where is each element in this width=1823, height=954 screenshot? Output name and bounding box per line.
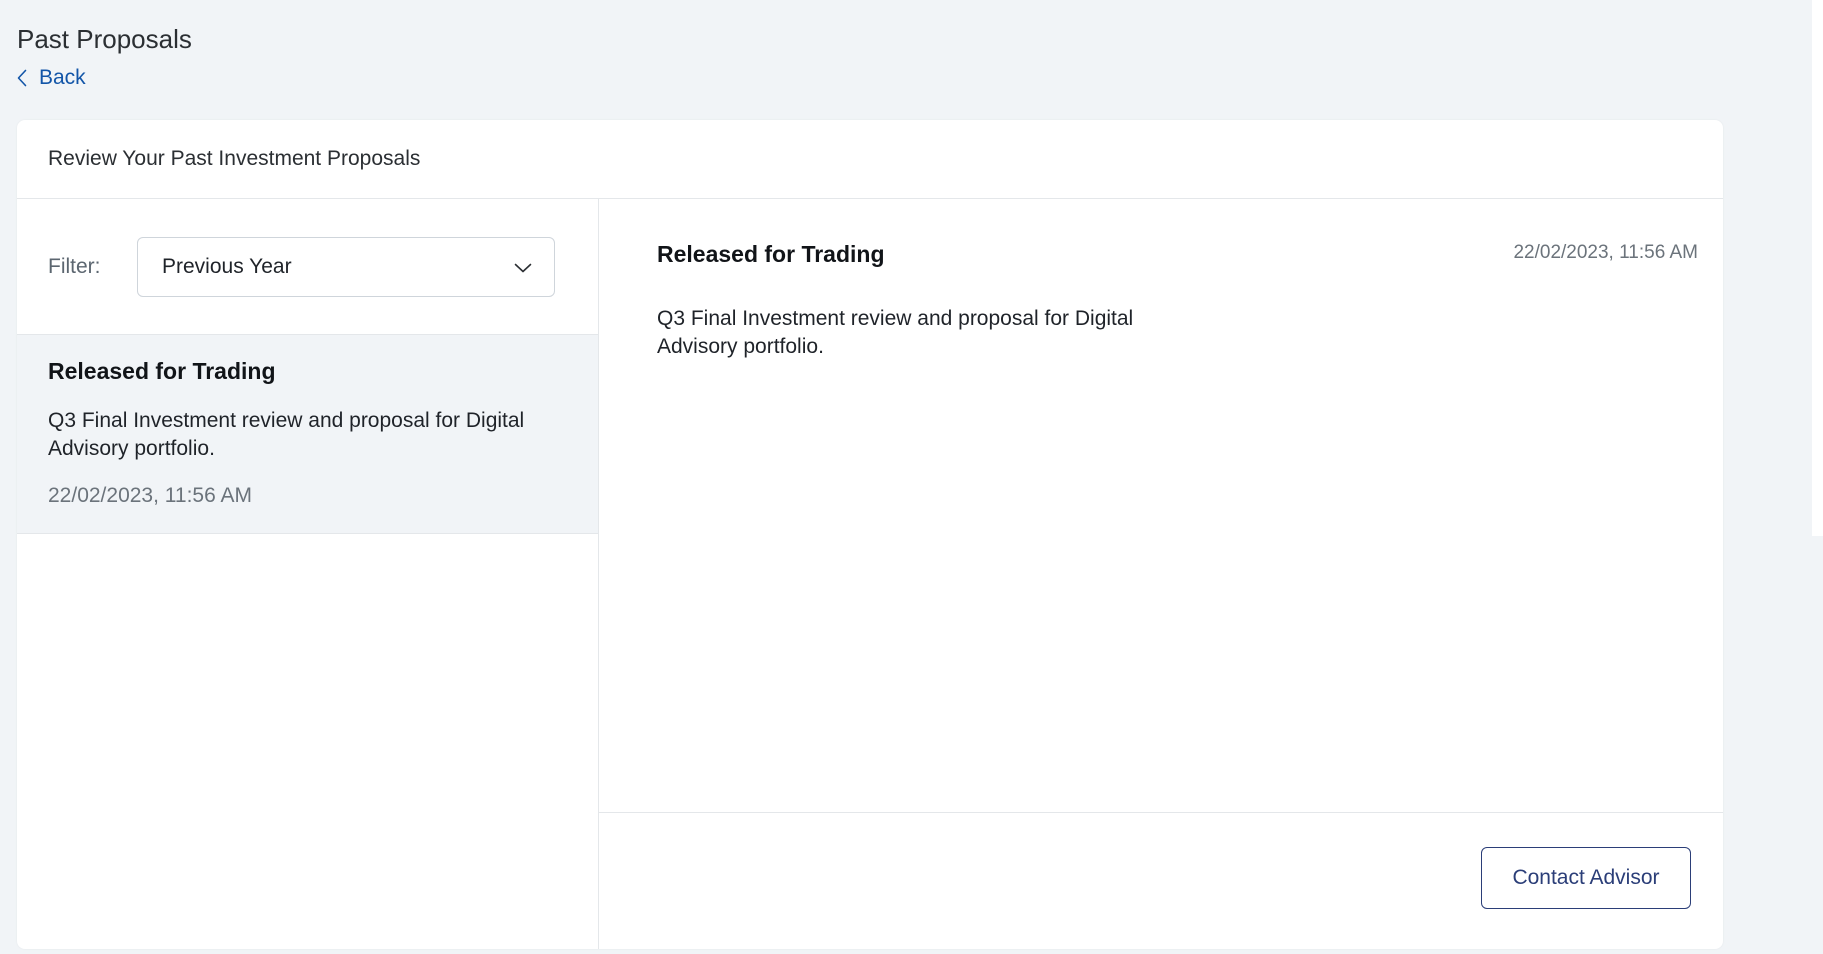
detail-date: 22/02/2023, 11:56 AM <box>1513 242 1698 263</box>
chevron-down-icon <box>514 255 532 279</box>
proposal-description: Q3 Final Investment review and proposal … <box>48 409 525 460</box>
card-header: Review Your Past Investment Proposals <box>17 120 1723 199</box>
proposals-card: Review Your Past Investment Proposals Fi… <box>17 120 1723 949</box>
contact-advisor-button[interactable]: Contact Advisor <box>1481 847 1691 909</box>
scrollbar-gutter <box>1812 0 1823 536</box>
page-title: Past Proposals <box>17 24 192 54</box>
filter-selected-value: Previous Year <box>162 255 292 278</box>
back-link[interactable]: Back <box>17 66 86 90</box>
proposal-list-item[interactable]: Released for Trading Q3 Final Investment… <box>17 334 598 534</box>
detail-footer: Contact Advisor <box>599 812 1723 950</box>
proposals-list-pane: Filter: Previous Year Released for Tradi… <box>17 199 599 949</box>
back-label: Back <box>39 66 86 89</box>
proposal-detail-pane: Released for Trading 22/02/2023, 11:56 A… <box>599 199 1723 949</box>
proposal-status: Released for Trading <box>48 358 276 384</box>
detail-status: Released for Trading <box>657 241 885 267</box>
chevron-left-icon <box>17 69 27 87</box>
card-header-title: Review Your Past Investment Proposals <box>48 147 421 170</box>
proposal-date: 22/02/2023, 11:56 AM <box>48 484 252 507</box>
filter-label: Filter: <box>48 255 101 278</box>
detail-description: Q3 Final Investment review and proposal … <box>657 307 1134 358</box>
filter-row: Filter: Previous Year <box>48 237 555 297</box>
filter-dropdown[interactable]: Previous Year <box>137 237 555 297</box>
